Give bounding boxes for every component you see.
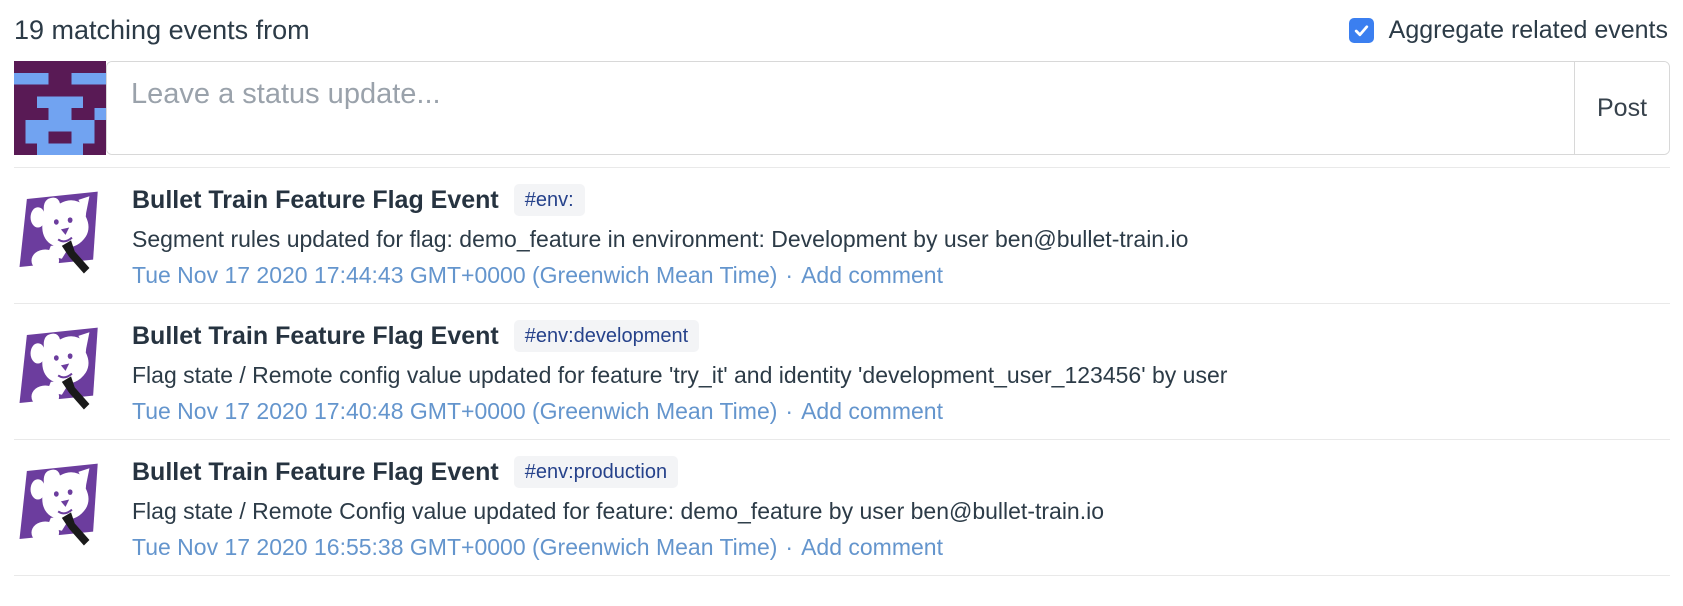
event-content: Bullet Train Feature Flag Event #env:dev… [132, 319, 1227, 425]
event-row: Bullet Train Feature Flag Event #env: Se… [14, 168, 1670, 304]
event-content: Bullet Train Feature Flag Event #env: Se… [132, 183, 1188, 289]
event-title-line: Bullet Train Feature Flag Event #env:pro… [132, 456, 1104, 488]
header: 19 matching events from Aggregate relate… [14, 6, 1670, 50]
event-stream-page: 19 matching events from Aggregate relate… [0, 0, 1683, 576]
event-description: Flag state / Remote Config value updated… [132, 498, 1104, 525]
event-meta-line: Tue Nov 17 2020 16:55:38 GMT+0000 (Green… [132, 534, 1104, 561]
add-comment-link[interactable]: Add comment [801, 398, 943, 425]
event-row: Bullet Train Feature Flag Event #env:dev… [14, 304, 1670, 440]
event-tag-badge[interactable]: #env:production [514, 456, 678, 488]
aggregate-related-events-control: Aggregate related events [1349, 16, 1668, 45]
event-title-line: Bullet Train Feature Flag Event #env:dev… [132, 320, 1227, 352]
event-tag-badge[interactable]: #env: [514, 184, 585, 216]
event-timestamp-link[interactable]: Tue Nov 17 2020 17:44:43 GMT+0000 (Green… [132, 262, 777, 289]
event-description: Flag state / Remote config value updated… [132, 362, 1227, 389]
event-meta-line: Tue Nov 17 2020 17:40:48 GMT+0000 (Green… [132, 398, 1227, 425]
post-button[interactable]: Post [1574, 62, 1669, 154]
event-title: Bullet Train Feature Flag Event [132, 458, 499, 487]
page-title: 19 matching events from [14, 15, 310, 46]
datadog-dog-logo-icon [14, 187, 106, 279]
event-list: Bullet Train Feature Flag Event #env: Se… [14, 168, 1670, 576]
event-timestamp-link[interactable]: Tue Nov 17 2020 16:55:38 GMT+0000 (Green… [132, 534, 777, 561]
status-update-input[interactable] [107, 62, 1574, 154]
meta-separator: · [785, 534, 793, 561]
meta-separator: · [785, 398, 793, 425]
user-identicon-avatar [14, 61, 106, 155]
event-meta-line: Tue Nov 17 2020 17:44:43 GMT+0000 (Green… [132, 262, 1188, 289]
event-title: Bullet Train Feature Flag Event [132, 322, 499, 351]
meta-separator: · [785, 262, 793, 289]
datadog-dog-logo-icon [14, 459, 106, 551]
aggregate-checkbox-label: Aggregate related events [1389, 16, 1668, 45]
datadog-dog-logo-icon [14, 323, 106, 415]
status-update-box: Post [106, 61, 1670, 155]
event-title: Bullet Train Feature Flag Event [132, 186, 499, 215]
event-row: Bullet Train Feature Flag Event #env:pro… [14, 440, 1670, 576]
add-comment-link[interactable]: Add comment [801, 262, 943, 289]
status-composer: Post [14, 61, 1670, 155]
checkmark-icon [1353, 22, 1370, 39]
event-content: Bullet Train Feature Flag Event #env:pro… [132, 455, 1104, 561]
add-comment-link[interactable]: Add comment [801, 534, 943, 561]
event-title-line: Bullet Train Feature Flag Event #env: [132, 184, 1188, 216]
event-timestamp-link[interactable]: Tue Nov 17 2020 17:40:48 GMT+0000 (Green… [132, 398, 777, 425]
aggregate-checkbox[interactable] [1349, 18, 1374, 43]
event-tag-badge[interactable]: #env:development [514, 320, 699, 352]
event-description: Segment rules updated for flag: demo_fea… [132, 226, 1188, 253]
